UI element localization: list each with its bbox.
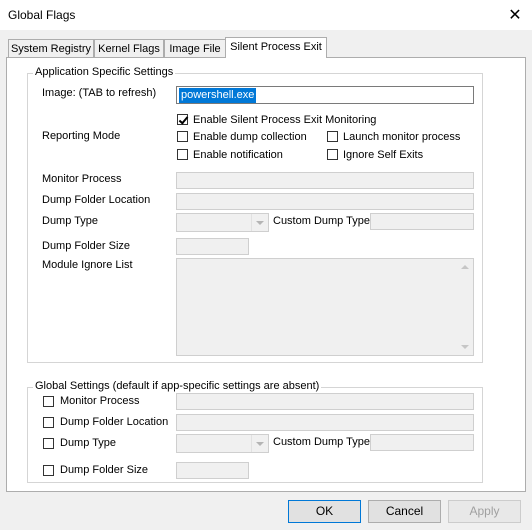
tab-silent-process-exit[interactable]: Silent Process Exit: [225, 37, 327, 58]
monitor-process-label: Monitor Process: [42, 173, 122, 185]
global-dump-folder-location-input[interactable]: [176, 414, 474, 431]
custom-dump-type-input[interactable]: [370, 213, 474, 230]
scroll-down-icon[interactable]: [461, 345, 469, 349]
chevron-down-icon: [251, 435, 268, 452]
global-dump-folder-size-label: Dump Folder Size: [60, 464, 149, 476]
image-input[interactable]: powershell.exe: [176, 86, 474, 104]
enable-dump-checkbox[interactable]: [177, 131, 188, 142]
monitor-process-input[interactable]: [176, 172, 474, 189]
image-input-value: powershell.exe: [179, 88, 257, 103]
enable-notification-checkbox[interactable]: [177, 149, 188, 160]
tab-image-file[interactable]: Image File: [164, 39, 226, 57]
ignore-self-exits-checkbox[interactable]: [327, 149, 338, 160]
global-dump-type-select[interactable]: [176, 434, 269, 453]
scroll-up-icon[interactable]: [461, 265, 469, 269]
app-settings-group-label: Application Specific Settings: [33, 66, 176, 78]
global-dump-type-checkbox[interactable]: [43, 438, 54, 449]
apply-button[interactable]: Apply: [448, 500, 521, 523]
close-icon[interactable]: ✕: [505, 5, 525, 25]
dump-folder-size-input[interactable]: [176, 238, 249, 255]
dump-type-select[interactable]: [176, 213, 269, 232]
global-monitor-process-input[interactable]: [176, 393, 474, 410]
cancel-button[interactable]: Cancel: [368, 500, 441, 523]
chevron-down-icon: [251, 214, 268, 231]
launch-monitor-checkbox[interactable]: [327, 131, 338, 142]
global-dump-type-label: Dump Type: [60, 437, 117, 449]
module-ignore-list-textarea[interactable]: [176, 258, 474, 356]
global-custom-dump-type-label: Custom Dump Type: [273, 436, 371, 448]
launch-monitor-label: Launch monitor process: [343, 131, 461, 143]
module-ignore-list-label: Module Ignore List: [42, 259, 133, 271]
dump-type-label: Dump Type: [42, 215, 99, 227]
global-dump-folder-size-checkbox[interactable]: [43, 465, 54, 476]
tab-kernel-flags[interactable]: Kernel Flags: [94, 39, 164, 57]
enable-monitoring-checkbox[interactable]: [177, 114, 188, 125]
global-monitor-process-label: Monitor Process: [60, 395, 140, 407]
global-settings-group-label: Global Settings (default if app-specific…: [33, 380, 322, 392]
dump-folder-size-label: Dump Folder Size: [42, 240, 131, 252]
global-monitor-process-checkbox[interactable]: [43, 396, 54, 407]
global-dump-folder-location-label: Dump Folder Location: [60, 416, 169, 428]
window-title: Global Flags: [8, 8, 76, 22]
global-dump-folder-location-checkbox[interactable]: [43, 417, 54, 428]
image-label: Image: (TAB to refresh): [42, 87, 157, 99]
tab-system-registry[interactable]: System Registry: [8, 39, 94, 57]
enable-monitoring-label: Enable Silent Process Exit Monitoring: [193, 114, 377, 126]
global-custom-dump-type-input[interactable]: [370, 434, 474, 451]
enable-dump-label: Enable dump collection: [193, 131, 307, 143]
enable-notification-label: Enable notification: [193, 149, 283, 161]
title-bar: [0, 0, 532, 30]
global-dump-folder-size-input[interactable]: [176, 462, 249, 479]
ignore-self-exits-label: Ignore Self Exits: [343, 149, 424, 161]
dump-folder-location-label: Dump Folder Location: [42, 194, 151, 206]
reporting-mode-label: Reporting Mode: [42, 130, 121, 142]
ok-button[interactable]: OK: [288, 500, 361, 523]
custom-dump-type-label: Custom Dump Type: [273, 215, 371, 227]
dump-folder-location-input[interactable]: [176, 193, 474, 210]
